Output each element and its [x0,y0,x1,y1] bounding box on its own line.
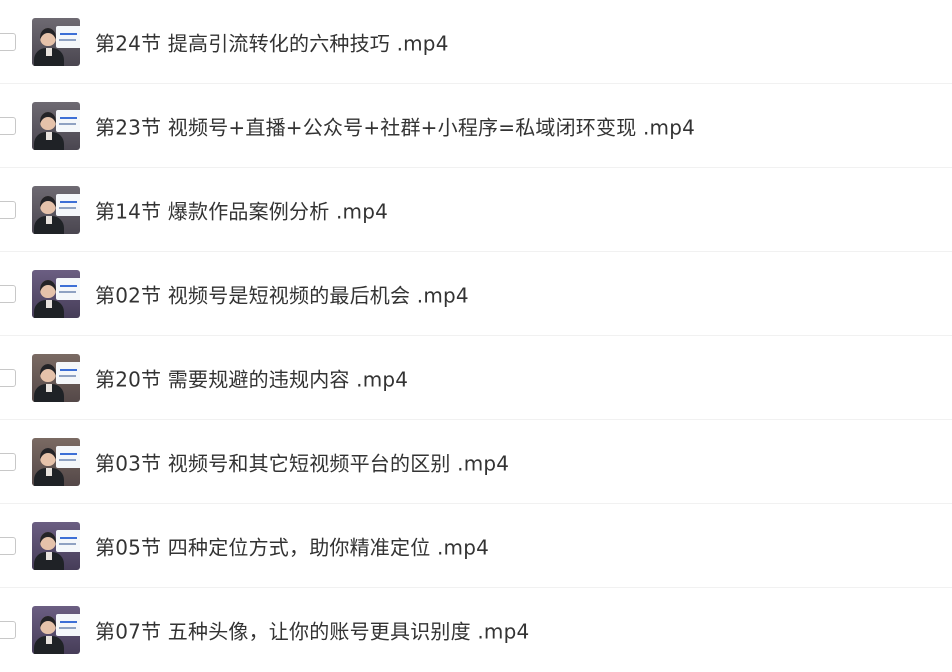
file-row[interactable]: 第07节 五种头像，让你的账号更具识别度 .mp4 [0,588,952,672]
video-thumbnail-icon[interactable] [32,269,80,318]
file-name[interactable]: 第20节 需要规避的违规内容 .mp4 [95,363,408,392]
file-list: 第24节 提高引流转化的六种技巧 .mp4 第23节 视频号+直播+公众号+社群… [0,0,952,660]
file-name[interactable]: 第14节 爆款作品案例分析 .mp4 [95,195,388,224]
file-row[interactable]: 第05节 四种定位方式，助你精准定位 .mp4 [0,504,952,588]
file-checkbox[interactable] [0,452,16,471]
file-row[interactable]: 第20节 需要规避的违规内容 .mp4 [0,336,952,420]
video-thumbnail-icon[interactable] [32,17,80,66]
file-name[interactable]: 第24节 提高引流转化的六种技巧 .mp4 [95,27,449,56]
video-thumbnail-icon[interactable] [32,353,80,402]
file-row[interactable]: 第23节 视频号+直播+公众号+社群+小程序=私域闭环变现 .mp4 [0,84,952,168]
video-thumbnail-icon[interactable] [32,606,80,654]
file-checkbox[interactable] [0,621,16,639]
video-thumbnail-icon[interactable] [32,521,80,570]
file-row[interactable]: 第02节 视频号是短视频的最后机会 .mp4 [0,252,952,336]
video-thumbnail-icon[interactable] [32,437,80,486]
file-row[interactable]: 第14节 爆款作品案例分析 .mp4 [0,168,952,252]
file-name[interactable]: 第07节 五种头像，让你的账号更具识别度 .mp4 [95,616,529,645]
video-thumbnail-icon[interactable] [32,185,80,234]
file-name[interactable]: 第05节 四种定位方式，助你精准定位 .mp4 [95,531,489,560]
file-name[interactable]: 第02节 视频号是短视频的最后机会 .mp4 [95,279,469,308]
file-name[interactable]: 第23节 视频号+直播+公众号+社群+小程序=私域闭环变现 .mp4 [95,111,695,140]
file-checkbox[interactable] [0,368,16,387]
file-row[interactable]: 第24节 提高引流转化的六种技巧 .mp4 [0,0,952,84]
file-checkbox[interactable] [0,32,16,51]
file-checkbox[interactable] [0,536,16,555]
file-checkbox[interactable] [0,284,16,303]
file-checkbox[interactable] [0,116,16,135]
file-name[interactable]: 第03节 视频号和其它短视频平台的区别 .mp4 [95,447,509,476]
file-row[interactable]: 第03节 视频号和其它短视频平台的区别 .mp4 [0,420,952,504]
video-thumbnail-icon[interactable] [32,101,80,150]
file-checkbox[interactable] [0,200,16,219]
